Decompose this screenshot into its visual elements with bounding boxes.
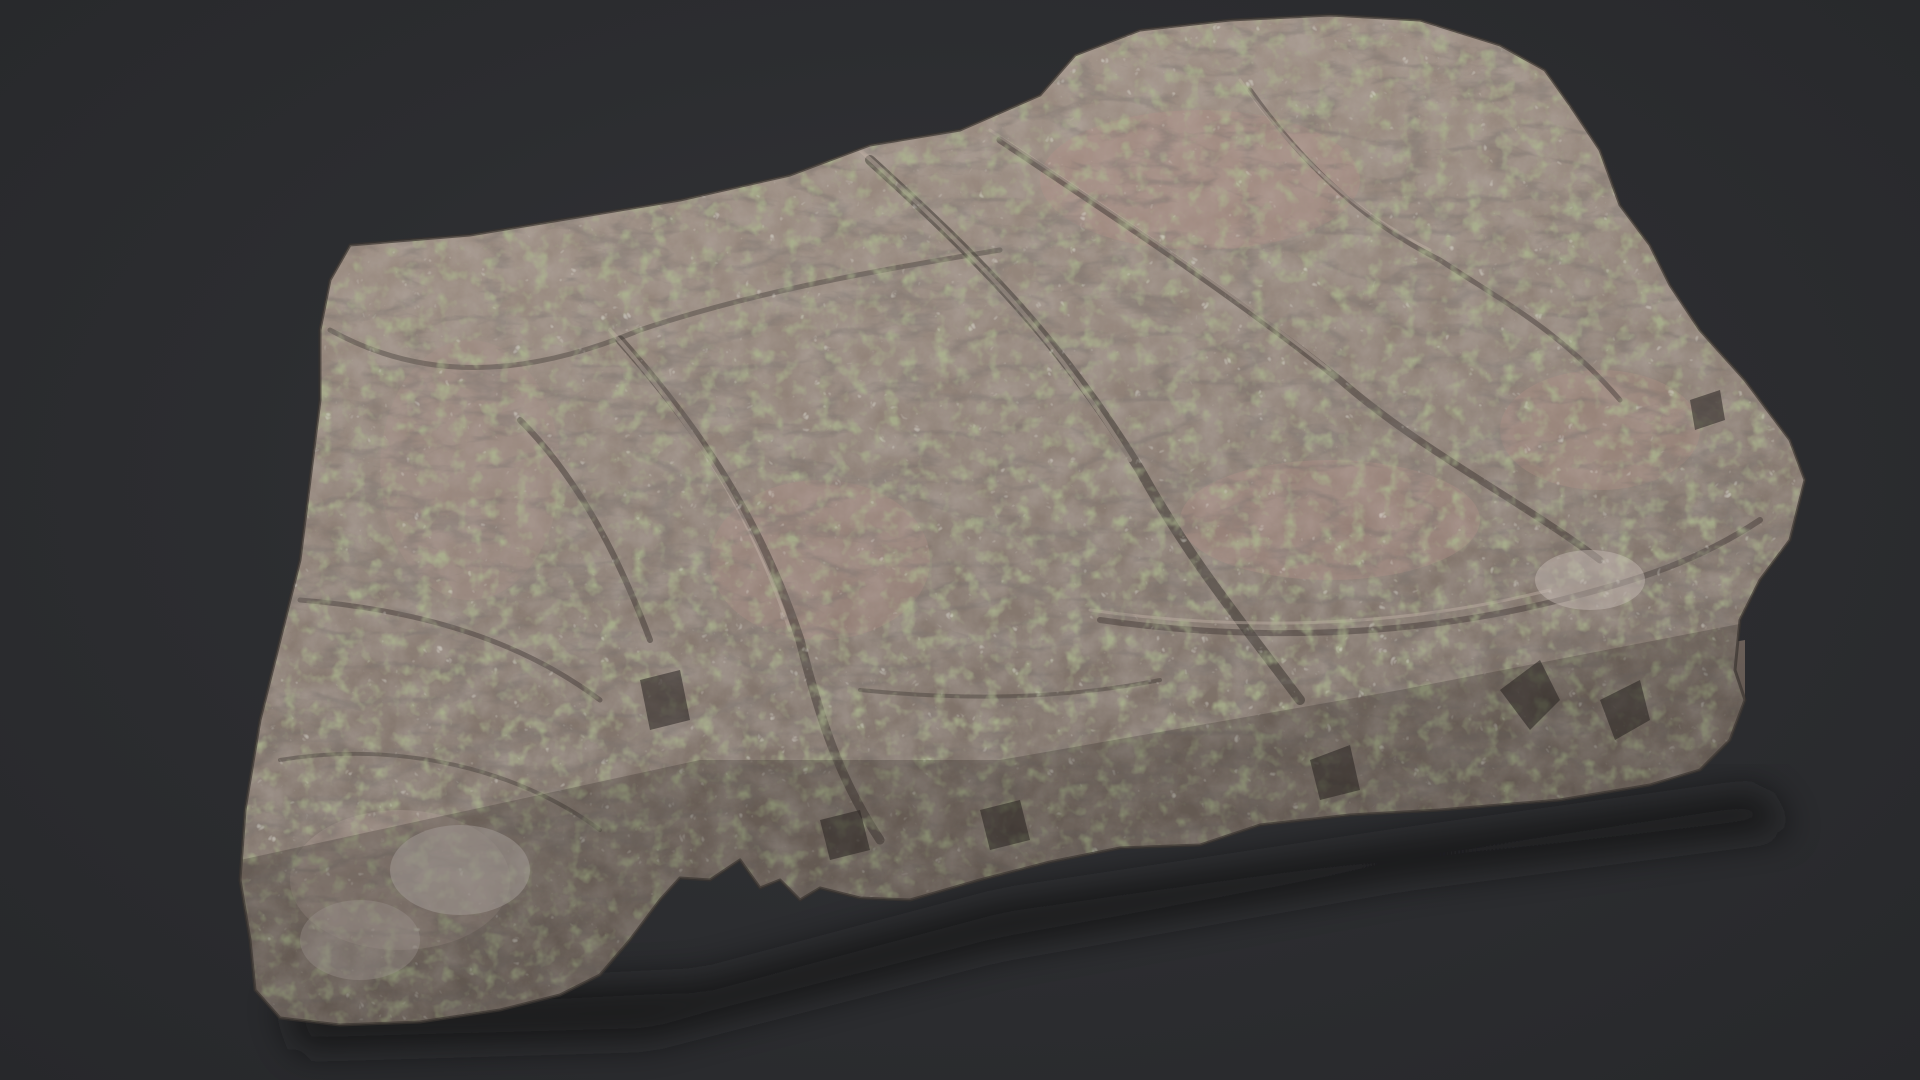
- rock-model: [238, 13, 1807, 1050]
- render-viewport: [0, 0, 1920, 1080]
